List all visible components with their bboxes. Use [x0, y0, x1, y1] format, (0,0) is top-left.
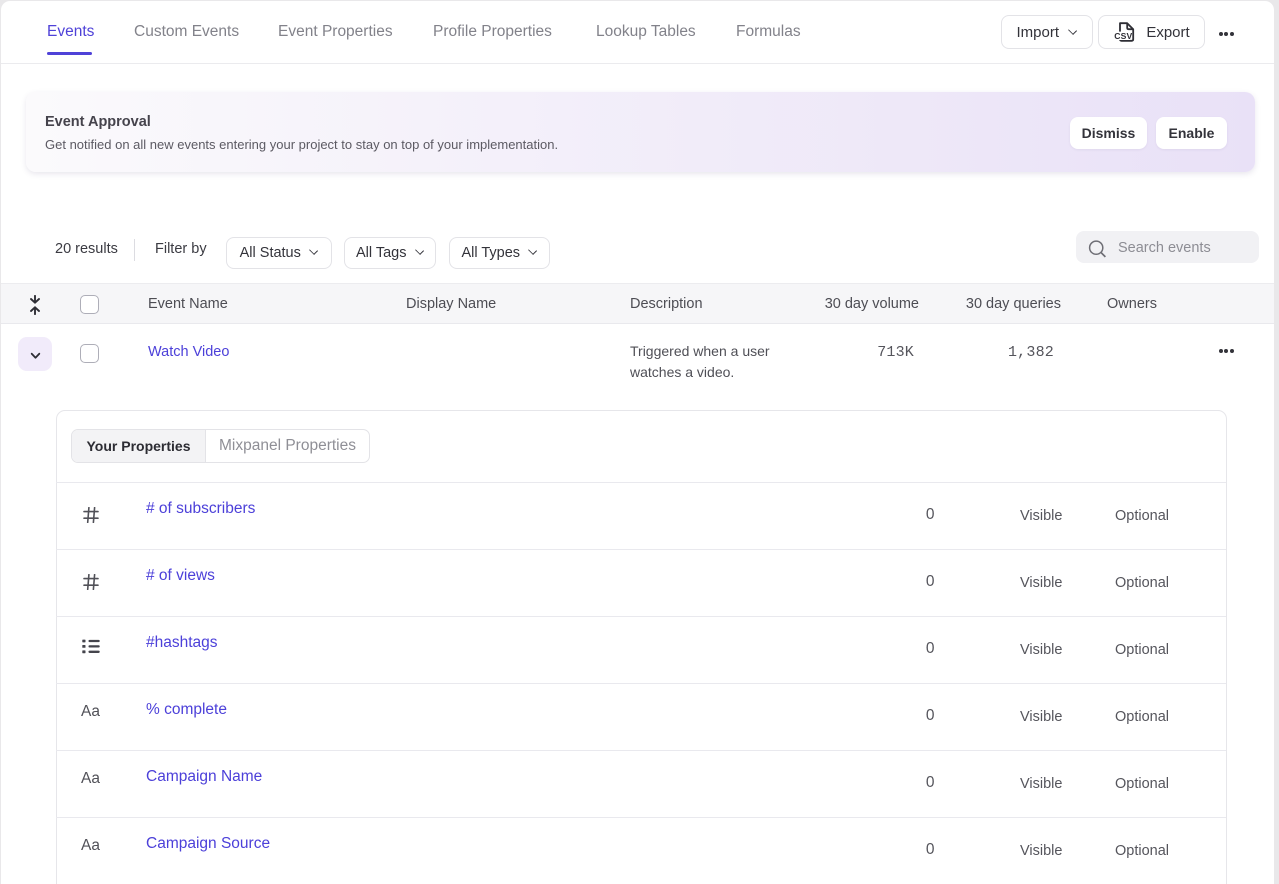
svg-text:CSV: CSV — [1115, 31, 1133, 41]
